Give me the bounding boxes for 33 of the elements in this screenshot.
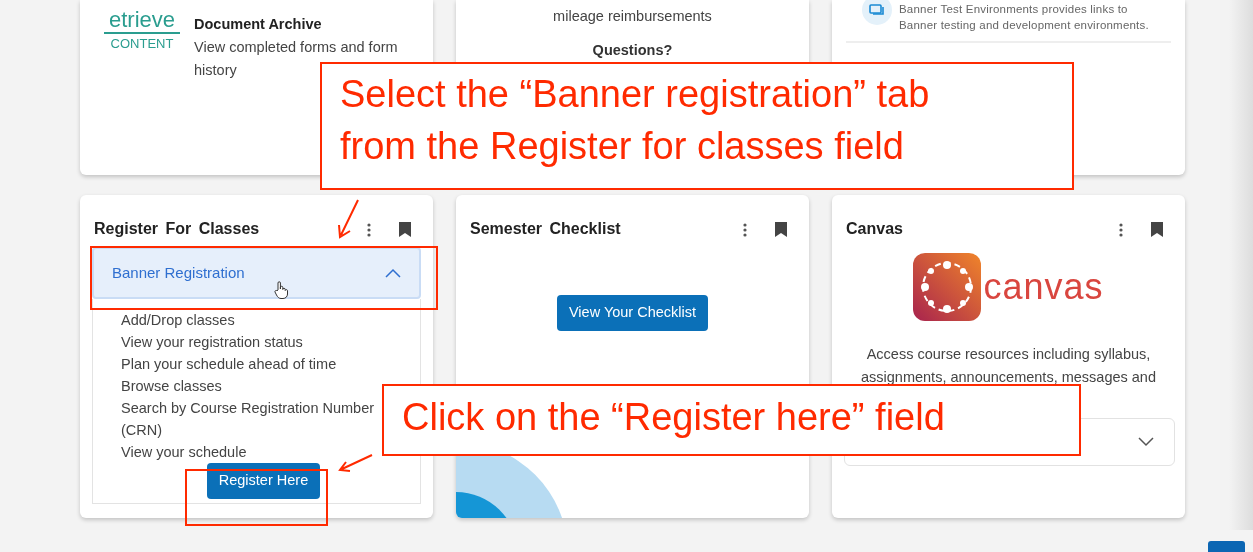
instruction-tooltip: Select the “Banner registration” tab from the Register for classes field xyxy=(320,62,1074,190)
accordion-item-text: Search by Course Registration Number (CRN) xyxy=(121,399,376,440)
card-description: Banner Test Environments provides links to Banner testing and development environments. xyxy=(899,2,1150,33)
hand-cursor-icon xyxy=(274,280,288,299)
accordion-item-text: Add/Drop classes xyxy=(121,311,235,330)
logo-text: canvas xyxy=(983,265,1104,309)
accordion-item-text: View your registration status xyxy=(121,333,303,352)
canvas-logo-icon xyxy=(913,253,982,321)
bookmark-icon[interactable] xyxy=(775,222,787,238)
accordion-item-text: View your schedule xyxy=(121,443,247,462)
instruction-tooltip: Click on the “Register here” field xyxy=(382,384,1081,456)
card-title: Canvas xyxy=(846,219,903,239)
card-title: Register For Classes xyxy=(94,219,260,239)
checklist-button[interactable]: View Your Checklist xyxy=(556,295,709,331)
accordion-item-text: Plan your schedule ahead of time xyxy=(121,355,337,374)
card-heading: Questions? xyxy=(591,40,674,60)
more-icon[interactable] xyxy=(367,222,371,237)
more-icon[interactable] xyxy=(743,222,747,237)
chevron-down-icon xyxy=(1138,437,1154,447)
card-description: Access course resources including syllabus, assignments, announcements, messages and xyxy=(860,345,1157,387)
logo-text: etrieve xyxy=(104,8,180,34)
bookmark-icon[interactable] xyxy=(399,222,411,238)
accordion-item-text: Browse classes xyxy=(121,377,222,396)
more-icon[interactable] xyxy=(1119,222,1123,237)
chevron-up-icon xyxy=(385,268,401,278)
card-text: mileage reimbursements xyxy=(552,7,713,26)
register-button[interactable]: Register Here xyxy=(206,463,321,499)
logo-subtext: CONTENT xyxy=(109,35,175,53)
card-title: Document Archive xyxy=(194,15,323,34)
bookmark-icon[interactable] xyxy=(1151,222,1163,238)
accordion-header[interactable]: Banner Registration xyxy=(92,247,421,299)
screen-icon xyxy=(862,0,892,25)
card-title: Semester Checklist xyxy=(470,219,621,239)
